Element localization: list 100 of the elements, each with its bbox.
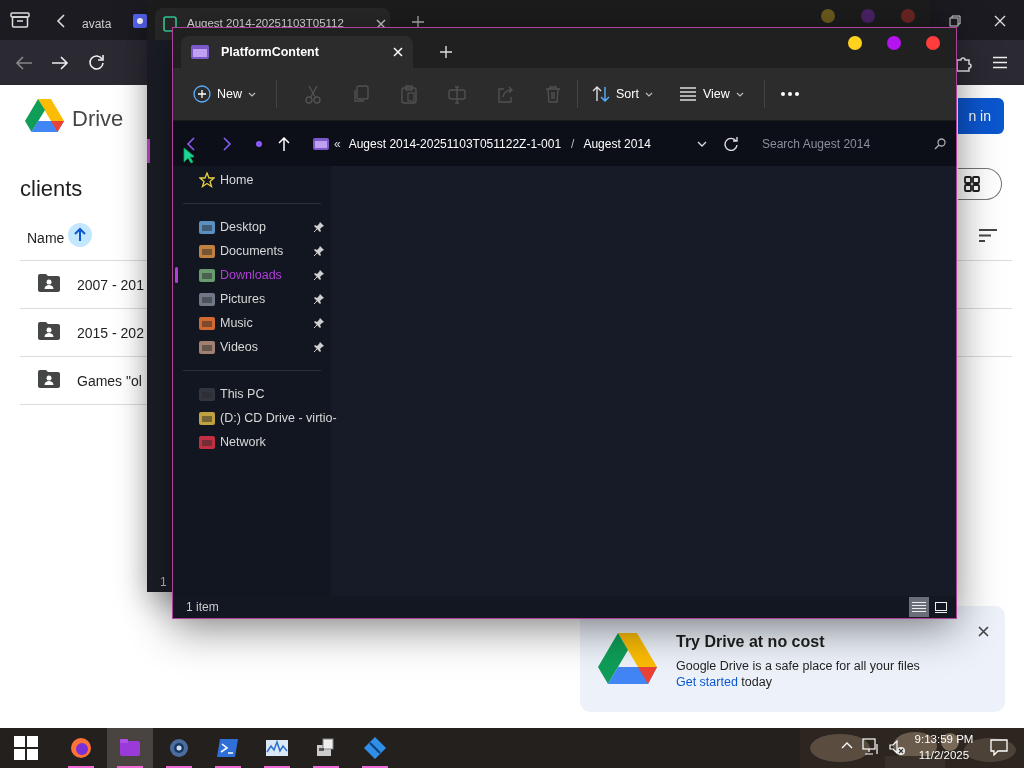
shared-folder-icon xyxy=(38,274,60,292)
app-icon xyxy=(364,737,386,759)
details-view-button[interactable] xyxy=(909,597,929,617)
file-name[interactable]: 2015 - 202 xyxy=(77,323,144,344)
more-icon[interactable] xyxy=(780,92,799,96)
network-icon[interactable] xyxy=(862,738,880,756)
dropdown-chevron-icon[interactable] xyxy=(697,140,707,147)
drive-logo-icon xyxy=(25,98,64,132)
sign-in-button[interactable]: n in xyxy=(958,98,1004,134)
grid-icon xyxy=(964,176,980,192)
back-arrow-icon[interactable] xyxy=(15,55,33,71)
folder-title: clients xyxy=(20,175,83,203)
pin-icon[interactable] xyxy=(314,245,325,256)
tab-favicon-icon[interactable] xyxy=(133,14,147,28)
get-started-link[interactable]: Get started xyxy=(676,675,738,689)
folder-icon xyxy=(199,220,215,234)
window-dot-icon[interactable] xyxy=(926,36,940,50)
sidebar-item[interactable]: Downloads xyxy=(220,265,282,285)
clock-time[interactable]: 9:13:59 PM xyxy=(912,731,976,747)
pin-icon[interactable] xyxy=(314,317,325,328)
chart-window-icon xyxy=(266,737,288,759)
search-icon xyxy=(934,137,946,150)
chevron-up-icon[interactable] xyxy=(841,742,853,749)
list-lines-icon xyxy=(678,87,697,101)
volume-muted-icon[interactable] xyxy=(889,740,905,756)
machine-icon xyxy=(315,737,337,759)
tile-icon xyxy=(935,601,947,613)
caret-icon xyxy=(248,91,256,97)
search-field[interactable]: Search Augest 2014 xyxy=(760,133,934,154)
pin-icon[interactable] xyxy=(314,341,325,352)
star-icon xyxy=(199,172,215,188)
refresh-icon[interactable] xyxy=(724,136,738,151)
shared-folder-icon xyxy=(38,322,60,340)
drive-logo-icon xyxy=(598,632,657,684)
sort-button[interactable]: Sort xyxy=(586,80,659,108)
sidebar-item[interactable]: Network xyxy=(220,432,266,452)
promo-text: Google Drive is a safe place for all your files Get started today xyxy=(676,658,921,690)
folder-icon xyxy=(199,316,215,330)
folder-icon xyxy=(199,244,215,258)
tab-title[interactable]: avata xyxy=(82,15,112,33)
folder-icon xyxy=(199,340,215,354)
archive-icon[interactable] xyxy=(10,12,30,28)
notification-icon[interactable] xyxy=(990,739,1008,756)
pin-icon[interactable] xyxy=(314,293,325,304)
folder-icon xyxy=(191,45,209,59)
sidebar-item[interactable]: Documents xyxy=(220,241,284,261)
folder-icon xyxy=(199,435,215,449)
pin-icon[interactable] xyxy=(314,221,325,232)
puzzle-icon[interactable] xyxy=(955,54,973,72)
view-button[interactable]: View xyxy=(672,80,750,108)
sidebar-item[interactable]: Desktop xyxy=(220,217,266,237)
start-icon[interactable] xyxy=(14,736,38,760)
caret-icon xyxy=(735,91,744,97)
list-lines-icon xyxy=(912,602,926,612)
window-dot-icon[interactable] xyxy=(821,9,835,23)
column-header[interactable]: Name xyxy=(27,228,65,249)
file-name[interactable]: 2007 - 201 xyxy=(77,275,144,296)
app-title: Drive xyxy=(72,105,124,133)
window-dot-icon[interactable] xyxy=(861,9,875,23)
sidebar-item[interactable]: Videos xyxy=(220,337,258,357)
sort-arrows-icon xyxy=(592,86,610,102)
breadcrumb-item[interactable]: Augest 2014-20251103T051122Z-1-001 xyxy=(348,134,562,153)
status-text: 1 xyxy=(160,574,167,591)
up-arrow-icon[interactable] xyxy=(278,136,290,151)
sidebar-item[interactable]: Pictures xyxy=(220,289,266,309)
sidebar-item[interactable]: Music xyxy=(220,313,253,333)
new-button[interactable]: New xyxy=(187,80,262,108)
folder-icon xyxy=(119,737,141,759)
menu-icon[interactable] xyxy=(992,56,1008,69)
overflow-chevron[interactable]: « xyxy=(334,134,341,153)
browser-icon xyxy=(70,737,92,759)
folder-icon xyxy=(163,16,177,32)
plus-circle-icon xyxy=(193,85,211,103)
window-dot-icon[interactable] xyxy=(887,36,901,50)
file-name[interactable]: Games "ol xyxy=(77,371,142,392)
forward-arrow-icon[interactable] xyxy=(51,55,69,71)
sidebar-item[interactable]: (D:) CD Drive - virtio- xyxy=(220,408,337,428)
window-dot-icon[interactable] xyxy=(901,9,915,23)
window-dot-icon[interactable] xyxy=(848,36,862,50)
clock-date[interactable]: 11/2/2025 xyxy=(912,747,976,763)
shared-folder-icon xyxy=(38,370,60,388)
sort-options-icon[interactable] xyxy=(979,229,997,242)
folder-icon xyxy=(313,137,329,150)
forward-chevron-icon[interactable] xyxy=(222,136,232,151)
sort-ascending-icon[interactable] xyxy=(68,223,92,247)
folder-icon xyxy=(199,387,215,401)
pin-icon[interactable] xyxy=(314,269,325,280)
status-text: 1 item xyxy=(186,599,219,616)
reload-icon[interactable] xyxy=(88,54,105,71)
gear-icon xyxy=(168,737,190,759)
grid-view-button[interactable] xyxy=(958,168,1002,200)
recent-dot-icon[interactable] xyxy=(256,140,262,147)
sidebar-item[interactable]: Home xyxy=(220,170,254,190)
sidebar-item[interactable]: This PC xyxy=(220,384,265,404)
breadcrumb-item[interactable]: Augest 2014 xyxy=(583,134,651,153)
close-icon[interactable] xyxy=(978,626,989,637)
folder-icon xyxy=(199,292,215,306)
restore-icon[interactable] xyxy=(949,15,961,27)
new-tab-icon[interactable] xyxy=(412,16,424,28)
cursor-icon xyxy=(183,147,194,164)
